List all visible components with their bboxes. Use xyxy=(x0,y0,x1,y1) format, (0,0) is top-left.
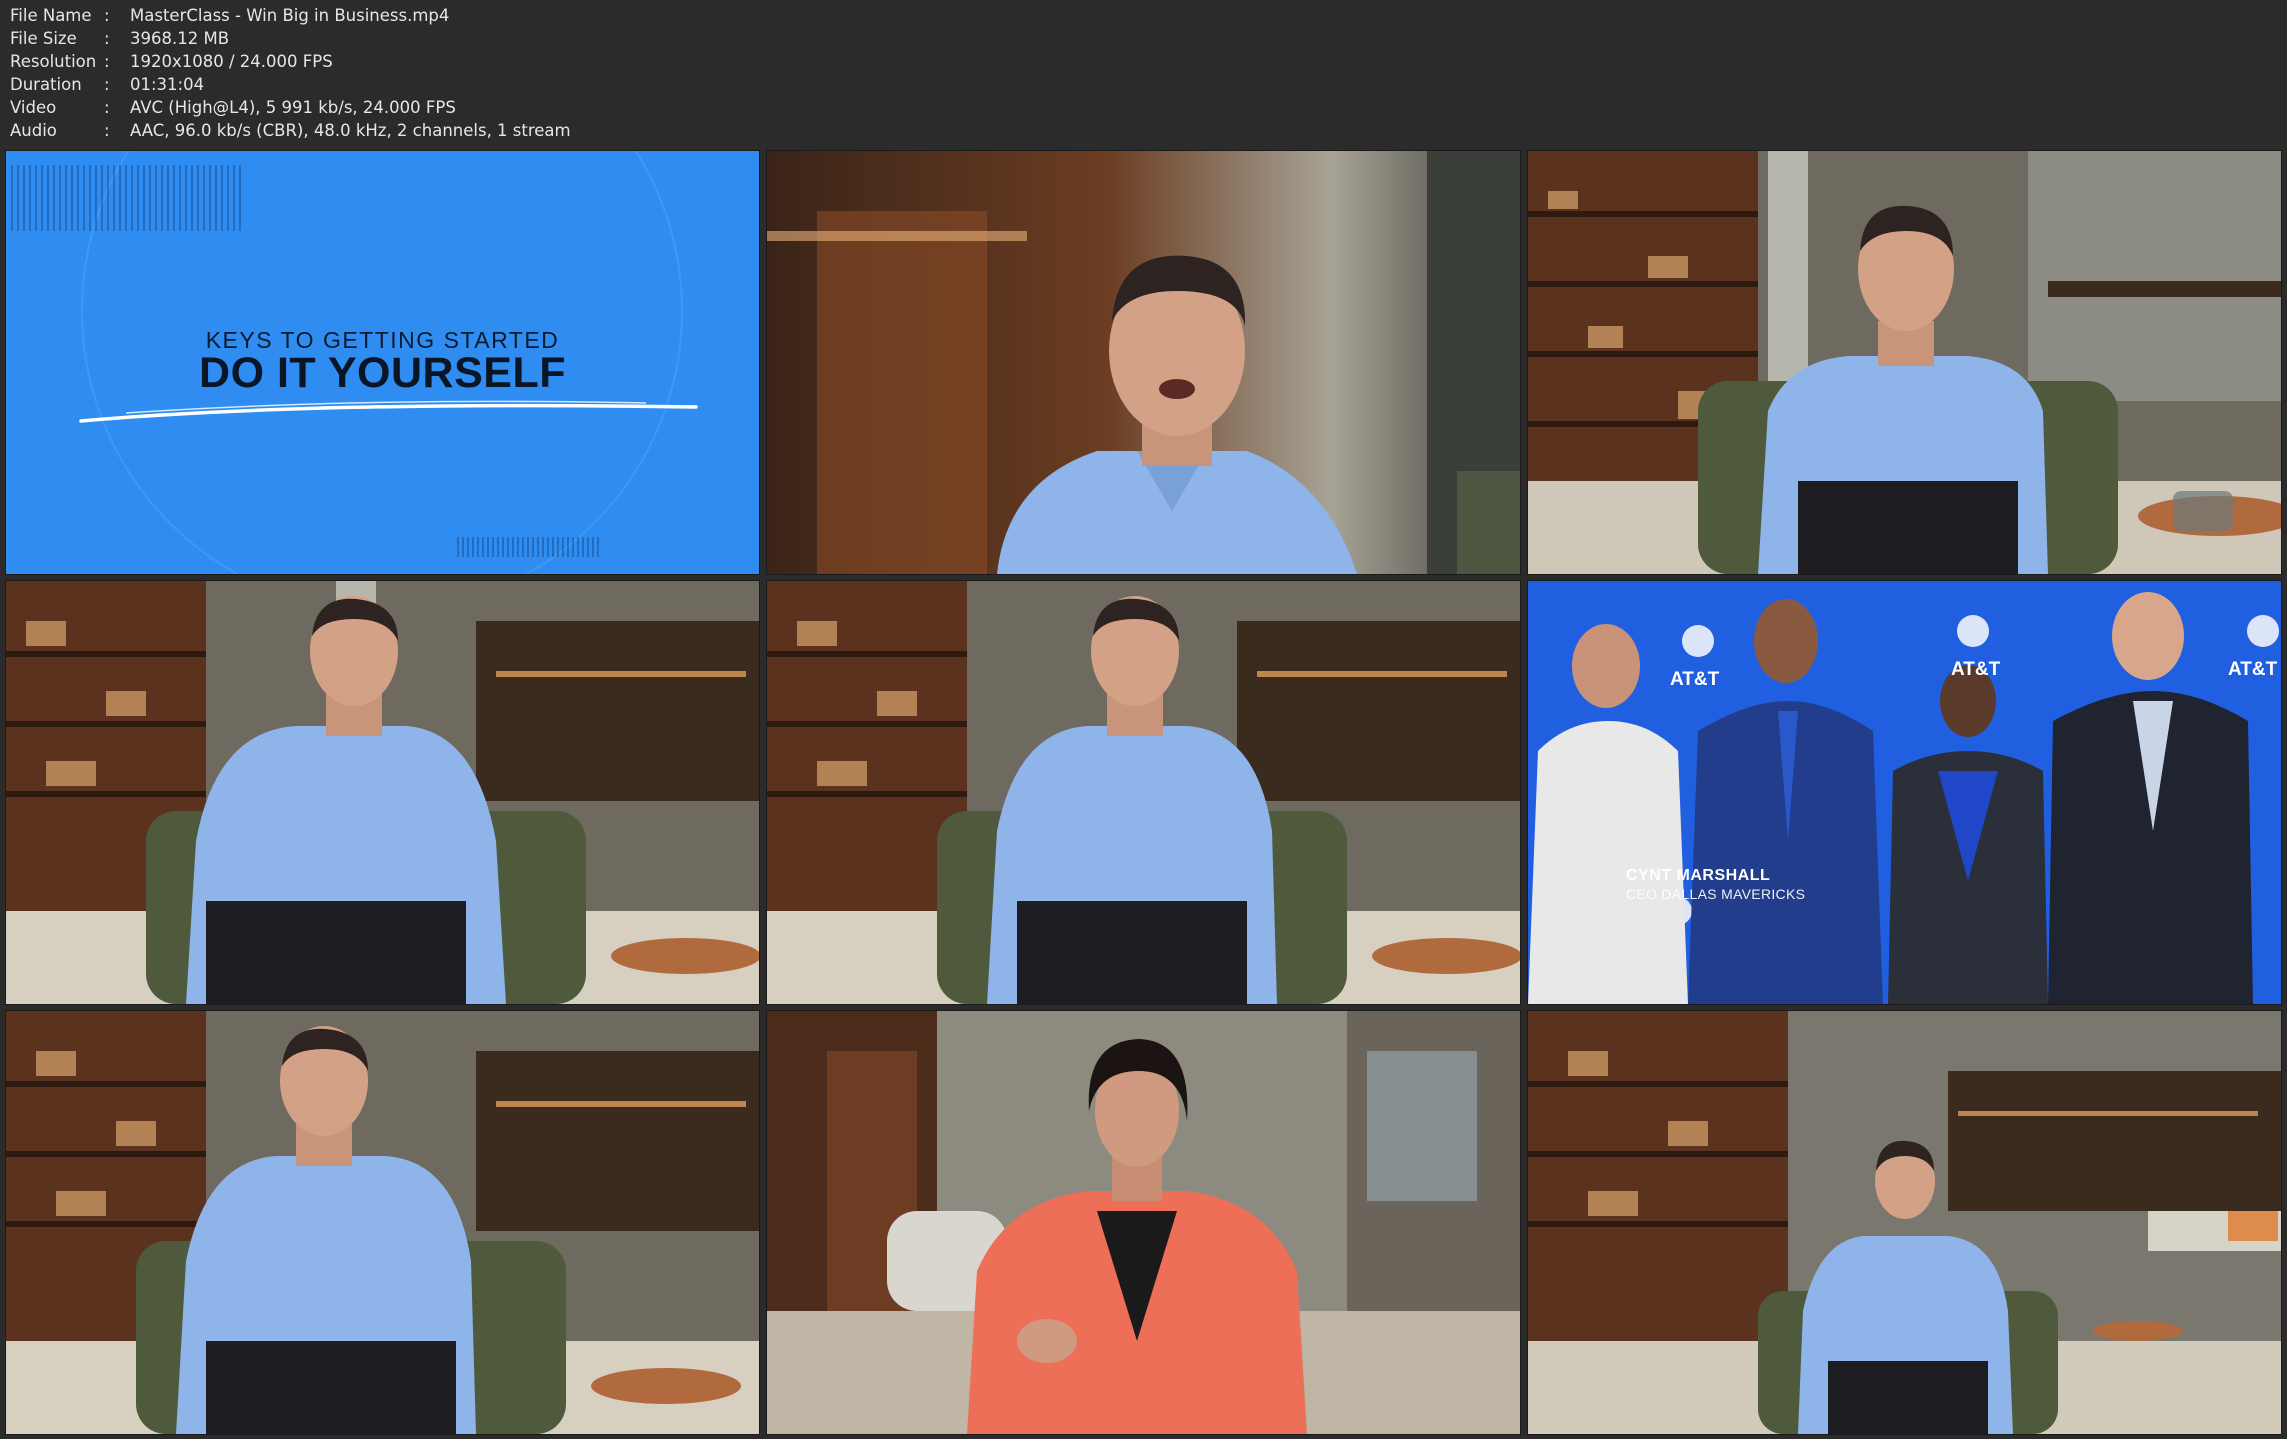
info-separator: : xyxy=(104,98,110,117)
att-logo-text: AT&T xyxy=(1670,669,1720,690)
lower-third-name: CYNT MARSHALL xyxy=(1626,867,1771,884)
thumbnail-speaker-far-wide xyxy=(1528,1011,2281,1434)
thumbnail-speaker-wide-1 xyxy=(1528,151,2281,574)
info-label: Video xyxy=(10,98,57,117)
info-label: Resolution xyxy=(10,52,97,71)
media-info-panel: File Name: MasterClass - Win Big in Busin… xyxy=(10,4,571,142)
info-value: AAC, 96.0 kb/s (CBR), 48.0 kHz, 2 channe… xyxy=(130,121,571,140)
thumbnail-speaker-wide-3 xyxy=(767,581,1520,1004)
speaker-closeup-scene xyxy=(767,151,1520,574)
att-logo-text: AT&T xyxy=(1951,659,2001,680)
att-logo-text: AT&T xyxy=(2228,659,2278,680)
thumbnail-speaker-wide-2 xyxy=(6,581,759,1004)
info-value: 1920x1080 / 24.000 FPS xyxy=(130,52,333,71)
title-card-title: DO IT YOURSELF xyxy=(199,349,566,397)
info-separator: : xyxy=(104,75,110,94)
thumbnail-grid: KEYS TO GETTING STARTED DO IT YOURSELF A… xyxy=(6,151,2281,1434)
info-value: AVC (High@L4), 5 991 kb/s, 24.000 FPS xyxy=(130,98,456,117)
speaker-wide-scene-3 xyxy=(767,581,1520,1004)
info-video: Video: AVC (High@L4), 5 991 kb/s, 24.000 … xyxy=(10,96,571,119)
guest-speaker-scene xyxy=(767,1011,1520,1434)
info-value: MasterClass - Win Big in Business.mp4 xyxy=(130,6,450,25)
thumbnail-guest-speaker xyxy=(767,1011,1520,1434)
info-value: 3968.12 MB xyxy=(130,29,230,48)
info-value: 01:31:04 xyxy=(130,75,205,94)
speaker-wide-scene-1 xyxy=(1528,151,2281,574)
info-audio: Audio: AAC, 96.0 kb/s (CBR), 48.0 kHz, 2 … xyxy=(10,119,571,142)
thumbnail-speaker-wide-4 xyxy=(6,1011,759,1434)
info-file-name: File Name: MasterClass - Win Big in Busin… xyxy=(10,4,571,27)
info-separator: : xyxy=(104,121,110,140)
info-separator: : xyxy=(104,29,110,48)
press-photo-scene xyxy=(1528,581,2281,1004)
thumbnail-press-photo: AT&T AT&T AT&T CYNT MARSHALL CEO DALLAS … xyxy=(1528,581,2281,1004)
info-separator: : xyxy=(104,6,110,25)
speaker-far-wide-scene xyxy=(1528,1011,2281,1434)
info-resolution: Resolution: 1920x1080 / 24.000 FPS xyxy=(10,50,571,73)
info-separator: : xyxy=(104,52,110,71)
info-duration: Duration: 01:31:04 xyxy=(10,73,571,96)
info-label: Audio xyxy=(10,121,57,140)
info-file-size: File Size: 3968.12 MB xyxy=(10,27,571,50)
thumbnail-title-card: KEYS TO GETTING STARTED DO IT YOURSELF xyxy=(6,151,759,574)
info-label: Duration xyxy=(10,75,82,94)
thumbnail-speaker-closeup xyxy=(767,151,1520,574)
lower-third-role: CEO DALLAS MAVERICKS xyxy=(1626,886,1806,902)
speaker-wide-scene-2 xyxy=(6,581,759,1004)
info-label: File Size xyxy=(10,29,77,48)
speaker-wide-scene-4 xyxy=(6,1011,759,1434)
info-label: File Name xyxy=(10,6,92,25)
